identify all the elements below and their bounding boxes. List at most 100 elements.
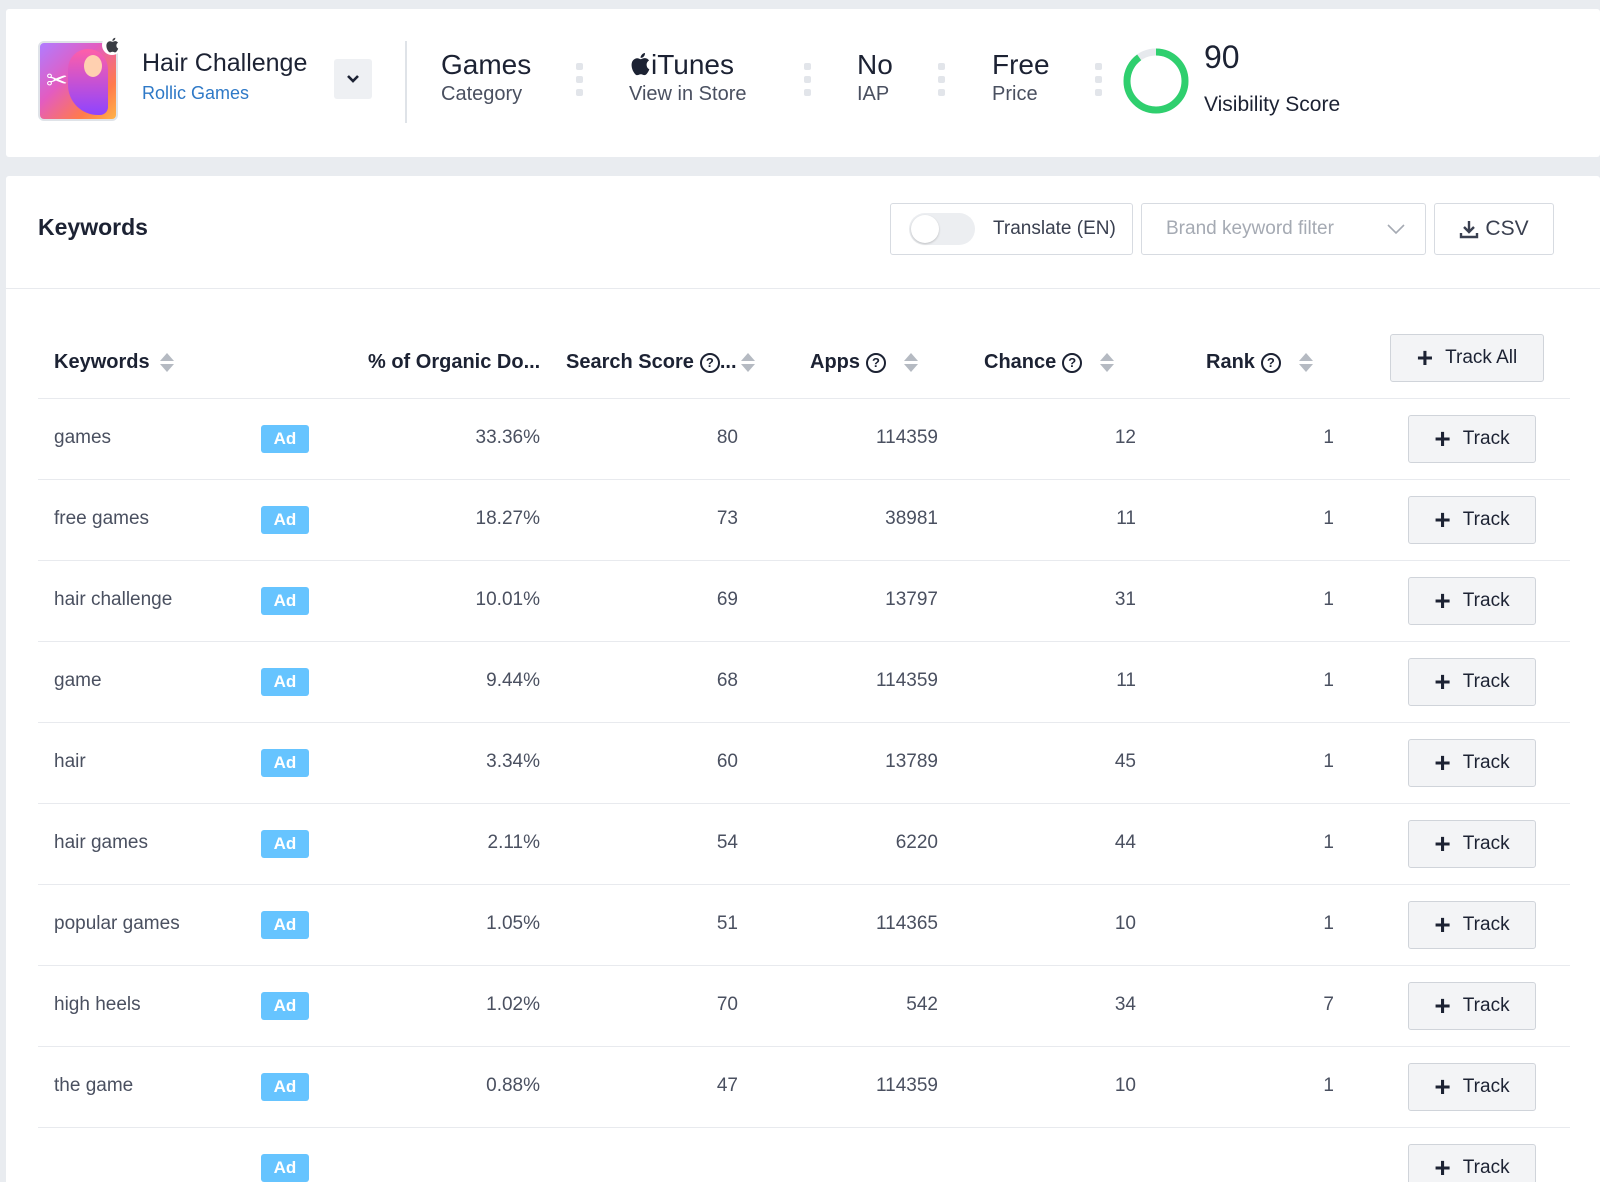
iap-stat: No IAP <box>857 49 893 106</box>
visibility-score-label: Visibility Score <box>1204 93 1341 116</box>
keywords-heading: Keywords <box>38 214 148 240</box>
chance-value: 31 <box>1114 589 1136 610</box>
table-row: free games Ad 18.27% 73 38981 11 1 + Track <box>38 479 1570 560</box>
track-button[interactable]: + Track <box>1408 1144 1536 1182</box>
chance-value: 45 <box>1114 751 1136 772</box>
organic-download-share: 2.11% <box>487 832 540 853</box>
keyword-text[interactable]: high heels <box>54 994 141 1016</box>
help-icon[interactable]: ? <box>1062 352 1083 373</box>
brand-filter-placeholder: Brand keyword filter <box>1166 218 1334 239</box>
keyword-text[interactable]: free games <box>54 508 149 530</box>
chance-value: 11 <box>1116 670 1136 691</box>
brand-keyword-filter[interactable]: Brand keyword filter <box>1141 203 1426 255</box>
rank-value: 1 <box>1323 1075 1334 1096</box>
ad-badge: Ad <box>261 425 309 453</box>
chance-value: 11 <box>1116 508 1136 529</box>
search-score-value: 51 <box>716 913 738 934</box>
ad-badge: Ad <box>261 668 309 696</box>
separator-dots <box>804 63 812 97</box>
col-organic-download[interactable]: % of Organic Do... <box>368 351 540 374</box>
track-button[interactable]: + Track <box>1408 577 1536 625</box>
ad-badge: Ad <box>261 830 309 858</box>
keyword-text[interactable]: the game <box>54 1075 133 1097</box>
rank-value: 1 <box>1323 913 1334 934</box>
sort-icon[interactable] <box>904 352 918 373</box>
ad-badge: Ad <box>261 1154 309 1182</box>
iap-label: IAP <box>857 83 890 105</box>
sort-icon[interactable] <box>740 352 755 373</box>
table-row: Ad + Track <box>38 1127 1570 1182</box>
track-all-button[interactable]: + Track All <box>1390 334 1544 382</box>
plus-icon: + <box>1434 828 1451 859</box>
table-row: popular games Ad 1.05% 51 114365 10 1 + Track <box>38 884 1570 965</box>
help-icon[interactable]: ? <box>1260 352 1281 373</box>
search-score-value: 69 <box>716 589 738 610</box>
apps-count: 542 <box>906 994 938 1015</box>
keyword-text[interactable]: games <box>54 427 111 449</box>
translate-toggle[interactable]: Translate (EN) <box>890 203 1133 255</box>
app-header-card: ✂ Hair Challenge Rollic Games Games Cate… <box>6 9 1600 157</box>
col-rank[interactable]: Rank? <box>1206 351 1313 374</box>
table-row: the game Ad 0.88% 47 114359 10 1 + Track <box>38 1046 1570 1127</box>
chance-value: 12 <box>1114 427 1136 448</box>
ad-badge: Ad <box>261 1073 309 1101</box>
app-icon-face <box>84 55 102 77</box>
separator-dots <box>1095 63 1103 97</box>
plus-icon: + <box>1434 1071 1451 1102</box>
ad-badge: Ad <box>261 506 309 534</box>
table-row: high heels Ad 1.02% 70 542 34 7 + Track <box>38 965 1570 1046</box>
plus-icon: + <box>1434 990 1451 1021</box>
search-score-value: 73 <box>716 508 738 529</box>
sort-icon[interactable] <box>1298 352 1313 373</box>
section-divider <box>6 288 1600 289</box>
keyword-text[interactable]: game <box>54 670 102 692</box>
help-icon[interactable]: ? <box>699 352 720 373</box>
download-icon <box>1460 221 1479 239</box>
organic-download-share: 3.34% <box>486 751 540 772</box>
track-button[interactable]: + Track <box>1408 820 1536 868</box>
track-button[interactable]: + Track <box>1408 496 1536 544</box>
organic-download-share: 18.27% <box>475 508 540 529</box>
plus-icon: + <box>1434 504 1451 535</box>
col-search-score[interactable]: Search Score?... <box>566 351 755 374</box>
separator-dots <box>938 63 946 97</box>
track-button[interactable]: + Track <box>1408 1063 1536 1111</box>
table-row: games Ad 33.36% 80 114359 12 1 + Track <box>38 398 1570 479</box>
sort-icon[interactable] <box>1100 352 1115 373</box>
csv-export-button[interactable]: CSV <box>1434 203 1554 255</box>
plus-icon: + <box>1434 747 1451 778</box>
ad-badge: Ad <box>261 749 309 777</box>
apps-count: 114359 <box>876 427 938 448</box>
col-apps[interactable]: Apps? <box>810 351 918 374</box>
rank-value: 1 <box>1323 427 1334 448</box>
col-keywords[interactable]: Keywords <box>54 351 174 374</box>
keyword-text[interactable]: popular games <box>54 913 180 935</box>
price-label: Price <box>992 83 1038 105</box>
developer-link[interactable]: Rollic Games <box>142 83 249 104</box>
col-chance[interactable]: Chance? <box>984 351 1115 374</box>
category-label: Category <box>441 83 523 105</box>
track-button[interactable]: + Track <box>1408 415 1536 463</box>
view-in-store-link[interactable]: View in Store <box>629 83 746 106</box>
keyword-text[interactable]: hair <box>54 751 86 773</box>
store-stat[interactable]: iTunes View in Store <box>629 49 746 106</box>
visibility-score-ring <box>1123 48 1189 114</box>
ad-badge: Ad <box>261 992 309 1020</box>
chance-value: 10 <box>1114 913 1136 934</box>
search-score-value: 70 <box>716 994 738 1015</box>
track-button[interactable]: + Track <box>1408 658 1536 706</box>
store-value: iTunes <box>629 49 746 81</box>
apps-count: 114359 <box>876 670 938 691</box>
toggle-switch[interactable] <box>909 213 975 245</box>
track-button[interactable]: + Track <box>1408 982 1536 1030</box>
app-switcher-button[interactable] <box>334 59 372 99</box>
keyword-text[interactable]: hair games <box>54 832 148 854</box>
track-button[interactable]: + Track <box>1408 901 1536 949</box>
sort-icon[interactable] <box>159 352 174 373</box>
track-button[interactable]: + Track <box>1408 739 1536 787</box>
help-icon[interactable]: ? <box>866 352 886 373</box>
apps-count: 114365 <box>876 913 938 934</box>
app-title: Hair Challenge <box>142 49 308 77</box>
ad-badge: Ad <box>261 587 309 615</box>
keyword-text[interactable]: hair challenge <box>54 589 172 611</box>
